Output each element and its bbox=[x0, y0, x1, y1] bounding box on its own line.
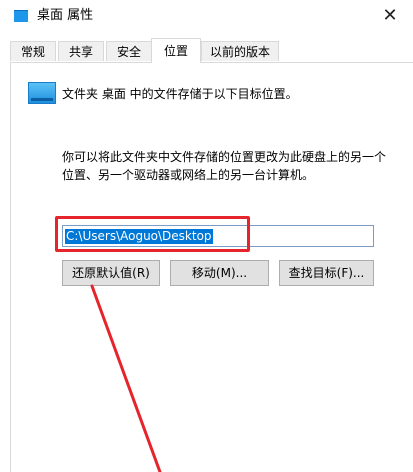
tab-location[interactable]: 位置 bbox=[151, 38, 201, 63]
location-description: 你可以将此文件夹中文件存储的位置更改为此硬盘上的另一个 位置、另一个驱动器或网络… bbox=[62, 148, 392, 184]
description-line: 位置、另一个驱动器或网络上的另一台计算机。 bbox=[62, 168, 315, 182]
window-title: 桌面 属性 bbox=[37, 8, 94, 23]
tab-previous-versions[interactable]: 以前的版本 bbox=[201, 41, 279, 61]
tab-general[interactable]: 常规 bbox=[10, 41, 56, 61]
title-bar: 桌面 属性 ✕ bbox=[0, 0, 413, 32]
move-button[interactable]: 移动(M)... bbox=[170, 260, 269, 286]
folder-icon bbox=[28, 82, 56, 104]
close-button[interactable]: ✕ bbox=[367, 0, 413, 32]
red-highlight-box bbox=[55, 216, 250, 252]
tab-strip: 常规 共享 安全 位置 以前的版本 bbox=[10, 38, 413, 63]
find-target-button[interactable]: 查找目标(F)... bbox=[279, 260, 374, 286]
location-heading: 文件夹 桌面 中的文件存储于以下目标位置。 bbox=[62, 87, 298, 101]
tab-sharing[interactable]: 共享 bbox=[58, 41, 104, 61]
tab-security[interactable]: 安全 bbox=[106, 41, 152, 61]
description-line: 你可以将此文件夹中文件存储的位置更改为此硬盘上的另一个 bbox=[62, 150, 387, 164]
properties-window: 桌面 属性 ✕ 常规 共享 安全 位置 以前的版本 文件夹 桌面 中的文件存储于… bbox=[0, 0, 413, 472]
desktop-folder-icon bbox=[14, 10, 28, 22]
restore-default-button[interactable]: 还原默认值(R) bbox=[62, 260, 160, 286]
